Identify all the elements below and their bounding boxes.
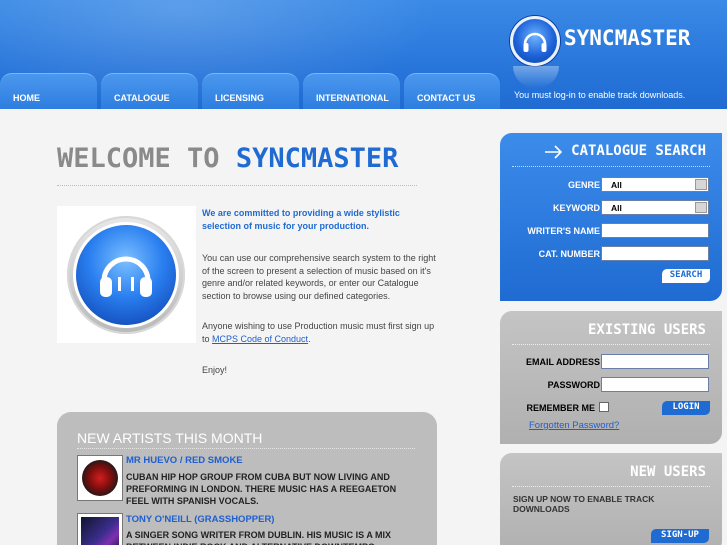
writer-name-input[interactable] bbox=[601, 223, 709, 238]
email-input[interactable] bbox=[601, 354, 709, 369]
intro-signup-suffix: . bbox=[308, 333, 311, 344]
site-header: SYNCMASTER You must log-in to enable tra… bbox=[0, 0, 727, 109]
welcome-brand: SYNCMASTER bbox=[235, 143, 399, 174]
email-label: EMAIL ADDRESS bbox=[525, 357, 600, 367]
login-title: EXISTING USERS bbox=[587, 322, 706, 338]
chevron-down-icon[interactable] bbox=[695, 202, 707, 213]
intro-commitment: We are committed to providing a wide sty… bbox=[202, 208, 400, 231]
forgot-password-link[interactable]: Forgotten Password? bbox=[529, 420, 619, 431]
tab-home[interactable]: HOME bbox=[0, 73, 97, 109]
artist-name[interactable]: TONY O'NEILL (GRASSHOPPER) bbox=[126, 514, 274, 525]
logo-reflection bbox=[513, 66, 559, 88]
headphone-icon bbox=[76, 225, 176, 325]
tab-contact-us[interactable]: CONTACT US bbox=[404, 73, 500, 109]
tab-catalogue[interactable]: CATALOGUE bbox=[101, 73, 198, 109]
chevron-down-icon[interactable] bbox=[695, 179, 707, 190]
login-notice: You must log-in to enable track download… bbox=[514, 90, 686, 100]
genre-label: GENRE bbox=[567, 180, 600, 190]
mcps-code-link[interactable]: MCPS Code of Conduct bbox=[212, 334, 308, 344]
remember-label: REMEMBER ME bbox=[526, 403, 595, 413]
arrow-right-icon bbox=[545, 145, 563, 159]
password-input[interactable] bbox=[601, 377, 709, 392]
signup-divider bbox=[512, 486, 710, 487]
welcome-text: WELCOME TO bbox=[57, 143, 236, 174]
password-label: PASSWORD bbox=[547, 380, 600, 390]
artist-thumbnail[interactable] bbox=[77, 513, 123, 545]
keyword-select[interactable]: All bbox=[601, 200, 709, 215]
writer-label: WRITER'S NAME bbox=[527, 226, 600, 236]
login-button[interactable]: LOGIN bbox=[662, 401, 710, 415]
signup-title: NEW USERS bbox=[630, 464, 706, 480]
artist-name[interactable]: MR HUEVO / RED SMOKE bbox=[126, 455, 243, 466]
feature-image bbox=[57, 206, 196, 343]
new-artists-title: NEW ARTISTS THIS MONTH bbox=[77, 430, 263, 446]
artist-thumbnail[interactable] bbox=[77, 455, 123, 501]
keyword-label: KEYWORD bbox=[553, 203, 600, 213]
record-disc-icon bbox=[82, 460, 118, 496]
headphone-logo-icon[interactable] bbox=[510, 16, 560, 66]
cat-number-input[interactable] bbox=[601, 246, 709, 261]
login-divider bbox=[512, 344, 710, 345]
artist-description: Cuban Hip Hop group from Cuba but now li… bbox=[126, 472, 397, 506]
new-artists-panel: NEW ARTISTS THIS MONTH MR HUEVO / RED SM… bbox=[57, 412, 437, 545]
intro-signup-info: Anyone wishing to use Production music m… bbox=[202, 320, 438, 345]
brand-name[interactable]: SYNCMASTER bbox=[564, 26, 690, 50]
headphone-badge bbox=[67, 216, 185, 334]
signup-text: SIGN UP NOW TO ENABLE TRACK DOWNLOADS bbox=[513, 494, 655, 514]
artist-description: A singer song writer from Dublin. His mu… bbox=[126, 530, 392, 545]
signup-button[interactable]: SIGN-UP bbox=[651, 529, 709, 543]
genre-value: All bbox=[611, 180, 622, 190]
intro-enjoy: Enjoy! bbox=[202, 365, 228, 375]
remember-checkbox[interactable] bbox=[599, 402, 609, 412]
search-divider bbox=[512, 166, 710, 167]
title-divider bbox=[57, 185, 417, 186]
artists-divider bbox=[77, 448, 415, 449]
page-title: WELCOME TO SYNCMASTER bbox=[57, 143, 398, 174]
tab-licensing[interactable]: LICENSING bbox=[202, 73, 299, 109]
intro-search-info: You can use our comprehensive search sys… bbox=[202, 253, 436, 301]
genre-select[interactable]: All bbox=[601, 177, 709, 192]
album-art-icon bbox=[81, 517, 119, 545]
keyword-value: All bbox=[611, 203, 622, 213]
search-title: CATALOGUE SEARCH bbox=[571, 143, 706, 159]
search-button[interactable]: SEARCH bbox=[662, 269, 710, 283]
cat-number-label: CAT. NUMBER bbox=[538, 249, 600, 259]
tab-international[interactable]: INTERNATIONAL bbox=[303, 73, 400, 109]
